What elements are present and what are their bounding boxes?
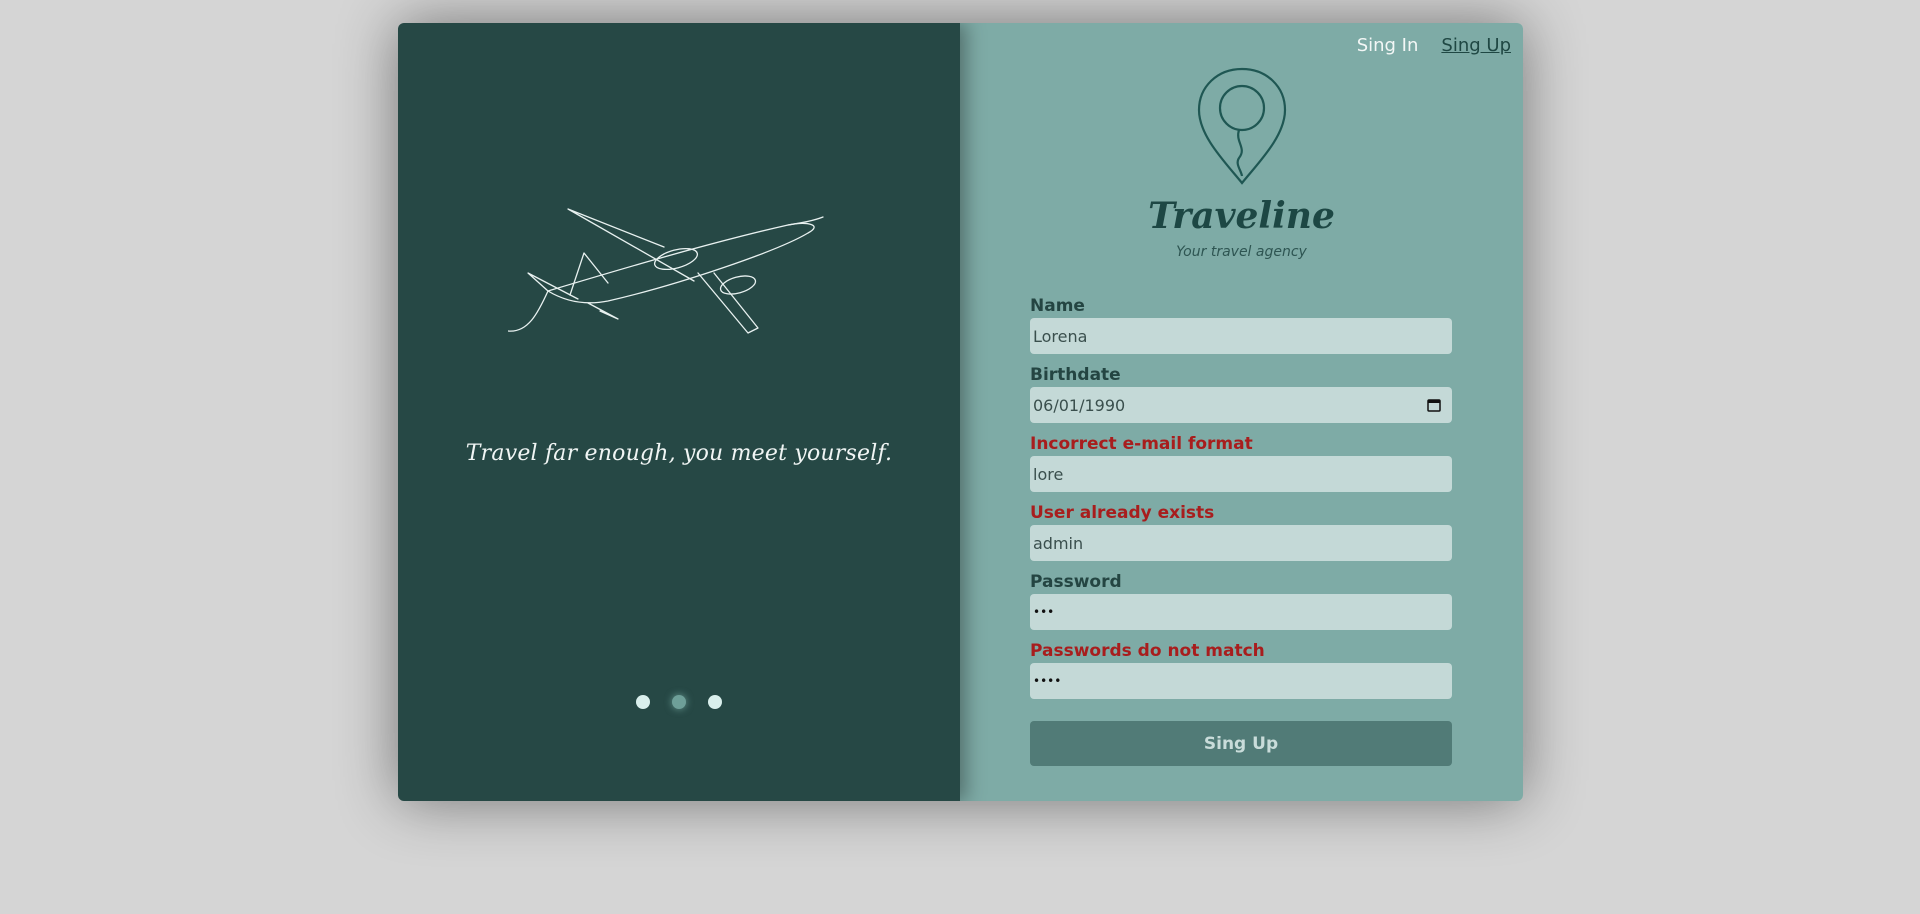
password-field: Password ••• <box>1030 571 1452 630</box>
birthdate-value: 06/01/1990 <box>1033 395 1126 415</box>
confirm-password-error-label: Passwords do not match <box>1030 641 1265 661</box>
email-input[interactable]: lore <box>1030 456 1452 492</box>
birthdate-label: Birthdate <box>1030 365 1121 385</box>
sign-in-link[interactable]: Sing In <box>1357 35 1419 56</box>
confirm-password-input[interactable]: •••• <box>1030 663 1452 699</box>
calendar-icon[interactable] <box>1427 398 1441 412</box>
name-label: Name <box>1030 296 1085 316</box>
username-error-label: User already exists <box>1030 503 1215 523</box>
sign-up-button[interactable]: Sing Up <box>1030 721 1452 766</box>
name-input[interactable]: Lorena <box>1030 318 1452 354</box>
location-pin-icon <box>1197 67 1287 185</box>
hero-quote: Travel far enough, you meet yourself. <box>465 441 893 466</box>
hero-panel: Travel far enough, you meet yourself. <box>398 23 960 801</box>
username-value: admin <box>1033 533 1084 553</box>
username-input[interactable]: admin <box>1030 525 1452 561</box>
email-value: lore <box>1033 464 1064 484</box>
carousel-dot-1[interactable] <box>636 695 650 709</box>
email-field: Incorrect e-mail format lore <box>1030 433 1452 492</box>
form-panel: Sing In Sing Up Traveline Your travel ag… <box>960 23 1523 801</box>
password-input[interactable]: ••• <box>1030 594 1452 630</box>
confirm-password-field: Passwords do not match •••• <box>1030 640 1452 699</box>
carousel-dots <box>398 695 960 709</box>
signup-card: Travel far enough, you meet yourself. Si… <box>398 23 1523 801</box>
password-label: Password <box>1030 572 1122 592</box>
carousel-dot-3[interactable] <box>708 695 722 709</box>
email-error-label: Incorrect e-mail format <box>1030 434 1253 454</box>
plane-illustration <box>508 208 824 334</box>
sign-up-link[interactable]: Sing Up <box>1441 35 1511 56</box>
brand-tagline: Your travel agency <box>1176 244 1307 260</box>
password-value: ••• <box>1033 605 1055 619</box>
auth-nav: Sing In Sing Up <box>1357 35 1511 56</box>
confirm-password-value: •••• <box>1033 674 1062 688</box>
carousel-dot-2[interactable] <box>672 695 686 709</box>
brand-name: Traveline <box>1148 195 1335 237</box>
signup-form: Name Lorena Birthdate 06/01/1990 Incorre… <box>1030 295 1452 766</box>
name-field: Name Lorena <box>1030 295 1452 354</box>
username-field: User already exists admin <box>1030 502 1452 561</box>
birthdate-input[interactable]: 06/01/1990 <box>1030 387 1452 423</box>
name-value: Lorena <box>1033 326 1088 346</box>
birthdate-field: Birthdate 06/01/1990 <box>1030 364 1452 423</box>
